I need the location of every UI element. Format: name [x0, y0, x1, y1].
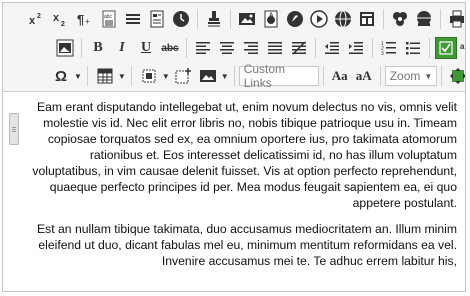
template-icon[interactable] [356, 8, 378, 30]
zoom-select[interactable]: Zoom ▼ [384, 66, 437, 86]
toolbar-row-2: B I U abc 1 2 3 a [53, 35, 466, 61]
paragraph[interactable]: Est an nullam tibique takimata, duo accu… [25, 221, 457, 269]
svg-text:x: x [29, 15, 36, 27]
toolbar-separator [440, 66, 442, 86]
bold-button[interactable]: B [87, 37, 109, 59]
toolbar-separator [186, 38, 187, 58]
custom-links-label: Custom Links [243, 62, 286, 90]
align-right-icon[interactable] [240, 37, 262, 59]
svg-text:2: 2 [37, 13, 41, 20]
svg-text:x: x [53, 12, 60, 24]
bulleted-list-icon[interactable] [402, 37, 424, 59]
chevron-down-icon: ▼ [74, 71, 82, 81]
font-size-decrease-button[interactable]: aA [353, 65, 375, 87]
chevron-down-icon: ▼ [161, 71, 170, 81]
vertical-scrollbar[interactable] [7, 95, 21, 291]
paragraph-format-icon [138, 65, 160, 87]
grip-line [12, 127, 16, 128]
page-break-icon[interactable] [146, 8, 168, 30]
chevron-down-icon: ▼ [220, 71, 229, 81]
toolbar-separator [86, 66, 88, 86]
svg-text:ab: ab [460, 42, 466, 51]
editor-toolbar: x2 x2 ¶ + abc A B I U abc 1 2 3 a Ω ▼ ▼ … [3, 3, 465, 92]
toolbar-row-3: Ω ▼ ▼ ▼ ▼ Custom Links Aa aA Zoom ▼ [48, 62, 465, 90]
superscript-icon[interactable]: x2 [26, 8, 48, 30]
table-icon [94, 65, 116, 87]
toolbar-row-1: x2 x2 ¶ + abc A [25, 6, 465, 32]
clear-format-icon[interactable] [288, 37, 310, 59]
toolbar-separator [383, 9, 384, 29]
table-dropdown[interactable]: ▼ [93, 65, 126, 87]
globe-settings-icon[interactable] [413, 8, 435, 30]
toolbar-separator [429, 38, 430, 58]
subscript-icon[interactable]: x2 [50, 8, 72, 30]
media-icon[interactable] [284, 8, 306, 30]
image-map-icon [197, 65, 219, 87]
chevron-down-icon: ▼ [424, 71, 433, 81]
editor-content[interactable]: Eam erant disputando intellegebat ut, en… [25, 99, 457, 279]
align-left-icon[interactable] [192, 37, 214, 59]
clock-icon[interactable] [170, 8, 192, 30]
grip-line [12, 129, 16, 130]
shield-icon[interactable] [389, 8, 411, 30]
spellcheck-settings-icon[interactable]: ab [459, 37, 466, 59]
svg-text:A: A [269, 13, 274, 19]
underline-button[interactable]: U [135, 37, 157, 59]
toolbar-separator [81, 38, 82, 58]
svg-text:3: 3 [381, 51, 384, 56]
toolbar-separator [197, 9, 198, 29]
special-character-dropdown[interactable]: Ω ▼ [49, 65, 82, 87]
horizontal-rule-icon[interactable] [122, 8, 144, 30]
indent-icon[interactable] [345, 37, 367, 59]
toolbar-separator [130, 66, 132, 86]
toolbar-separator [230, 9, 231, 29]
format-painter-icon[interactable] [203, 8, 225, 30]
toolbar-separator [379, 66, 381, 86]
image-icon[interactable] [236, 8, 258, 30]
insert-box-icon[interactable] [172, 65, 194, 87]
video-icon[interactable] [308, 8, 330, 30]
toolbar-separator [322, 66, 324, 86]
grip-line [12, 131, 16, 132]
svg-text:abc: abc [104, 14, 113, 20]
custom-links-select[interactable]: Custom Links [238, 62, 319, 90]
globe-icon[interactable] [332, 8, 354, 30]
move-icon[interactable] [447, 65, 465, 87]
paragraph[interactable]: Eam erant disputando intellegebat ut, en… [25, 99, 457, 211]
track-changes-icon[interactable] [435, 37, 457, 59]
strikethrough-button[interactable]: abc [159, 37, 181, 59]
zoom-label: Zoom [389, 69, 421, 83]
toolbar-separator [315, 38, 316, 58]
numbered-list-icon[interactable]: 123 [378, 37, 400, 59]
svg-text:+: + [85, 17, 90, 26]
image-map-dropdown[interactable]: ▼ [196, 65, 229, 87]
toolbar-separator [440, 9, 441, 29]
align-center-icon[interactable] [216, 37, 238, 59]
rich-text-editor: x2 x2 ¶ + abc A B I U abc 1 2 3 a Ω ▼ ▼ … [2, 2, 466, 292]
svg-text:2: 2 [61, 21, 65, 27]
italic-button[interactable]: I [111, 37, 133, 59]
toolbar-separator [372, 38, 373, 58]
paragraph-format-dropdown[interactable]: ▼ [137, 65, 170, 87]
spellcheck-icon[interactable]: abc [98, 8, 120, 30]
scrollbar-thumb[interactable] [9, 113, 19, 145]
flash-icon[interactable]: A [260, 8, 282, 30]
image-frame-icon[interactable] [54, 37, 76, 59]
pilcrow-icon[interactable]: ¶ + [74, 8, 96, 30]
chevron-down-icon: ▼ [117, 71, 126, 81]
omega-icon: Ω [54, 67, 68, 85]
print-icon[interactable] [446, 8, 465, 30]
toolbar-separator [233, 66, 235, 86]
align-justify-icon[interactable] [264, 37, 286, 59]
outdent-icon[interactable] [321, 37, 343, 59]
svg-text:¶: ¶ [77, 12, 84, 27]
font-size-increase-button[interactable]: Aa [329, 65, 351, 87]
